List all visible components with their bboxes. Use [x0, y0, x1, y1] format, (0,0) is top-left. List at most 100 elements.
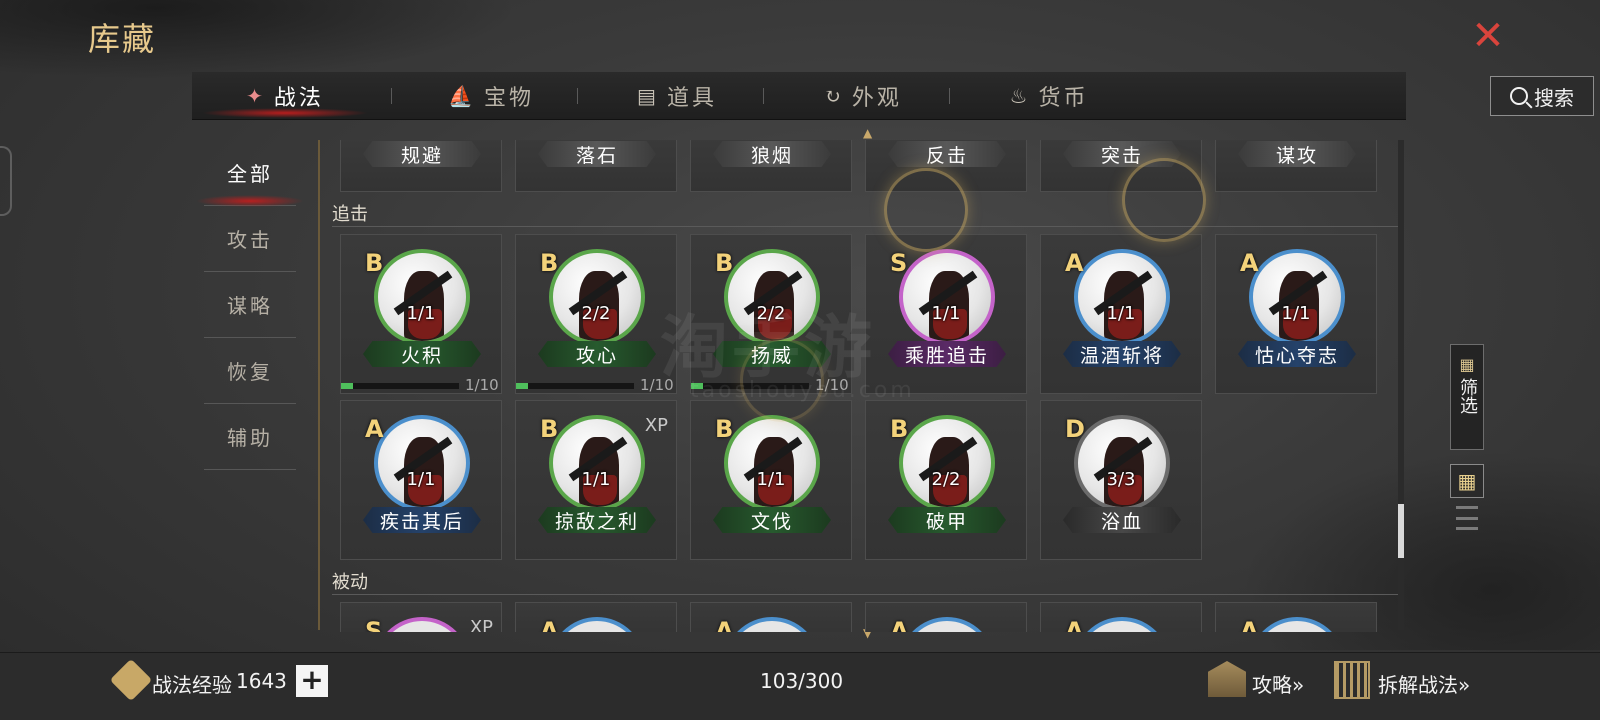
tactic-count: 1/1: [406, 303, 436, 324]
add-exp-button[interactable]: +: [296, 665, 328, 697]
footer-bar: 战法经验 1643 + 103/300 攻略» 拆解战法»: [0, 652, 1600, 720]
tactic-card[interactable]: B 1/1 火积 1/10: [340, 234, 502, 394]
disassemble-tactics-link[interactable]: 拆解战法»: [1378, 669, 1470, 698]
tactic-card[interactable]: A 1/1 疾击其后: [340, 400, 502, 560]
tactic-card[interactable]: D 3/3 浴血: [1040, 400, 1202, 560]
tactic-card[interactable]: B XP 1/1 掠敌之利: [515, 400, 677, 560]
grade-badge: B: [365, 249, 384, 277]
tactic-portrait: [549, 617, 645, 632]
tactic-card[interactable]: A: [690, 602, 852, 632]
scrollbar-thumb[interactable]: [1398, 504, 1404, 558]
tactic-exp-label: 战法经验: [152, 673, 232, 697]
tactic-card[interactable]: 反击: [865, 140, 1027, 192]
tactic-portrait: [724, 617, 820, 632]
filter-button[interactable]: ▦ 筛选: [1450, 344, 1484, 450]
sidebar-item-all[interactable]: 全部: [196, 140, 304, 207]
treasure-icon: ⛵: [448, 84, 476, 108]
tactic-card[interactable]: B 2/2 攻心 1/10: [515, 234, 677, 394]
tab-bar: ✦ 战法 ⛵ 宝物 ▤ 道具 ↻ 外观 ♨ 货币 搜索: [192, 72, 1594, 120]
tactic-count: 2/2: [931, 469, 961, 490]
sidebar-item-strategy[interactable]: 谋略: [204, 272, 296, 338]
tactic-name: 破甲: [888, 507, 1006, 533]
tactic-card[interactable]: B 2/2 扬威 1/10: [690, 234, 852, 394]
tactics-grid: 规避 落石 狼烟 反击 突击 谋攻 追击 B 1/1 火积 1/10 B 2/2…: [332, 140, 1404, 632]
grade-badge: A: [1240, 249, 1259, 277]
search-button[interactable]: 搜索: [1490, 76, 1594, 116]
tactic-portrait: [899, 249, 995, 345]
sidebar-item-support[interactable]: 辅助: [204, 404, 296, 470]
tactic-count: 2/2: [581, 303, 611, 324]
tactic-name: 攻心: [538, 341, 656, 367]
tab-label: 宝物: [483, 86, 534, 111]
grade-badge: A: [1065, 617, 1084, 632]
list-view-toggle[interactable]: [1456, 506, 1478, 530]
scroll-bundle-icon: ✦: [246, 84, 266, 108]
tactic-name: 文伐: [713, 507, 831, 533]
tactic-portrait: [549, 415, 645, 511]
tactic-card[interactable]: 规避: [340, 140, 502, 192]
tab-label: 货币: [1038, 86, 1089, 111]
tactic-name: 怙心夺志: [1238, 341, 1356, 367]
progress-bar: [516, 383, 634, 389]
tab-label: 战法: [273, 86, 324, 111]
tactic-card[interactable]: B 2/2 破甲: [865, 400, 1027, 560]
tactic-card[interactable]: A 1/1 温酒斩将: [1040, 234, 1202, 394]
grade-badge: B: [540, 415, 559, 443]
section-divider: [332, 226, 1404, 227]
tactic-name: 乘胜追击: [888, 341, 1006, 367]
sidebar-divider: [318, 140, 320, 630]
guide-link[interactable]: 攻略»: [1252, 669, 1304, 698]
items-icon: ▤: [637, 84, 659, 108]
xp-tag: XP: [469, 617, 493, 632]
progress-text: 1/10: [465, 376, 499, 394]
tactic-card[interactable]: B 1/1 文伐: [690, 400, 852, 560]
grid-view-toggle[interactable]: ▦: [1450, 464, 1484, 498]
tactic-card[interactable]: 突击: [1040, 140, 1202, 192]
tab-treasure[interactable]: ⛵ 宝物: [398, 72, 584, 120]
tactic-card[interactable]: 谋攻: [1215, 140, 1377, 192]
tactic-card[interactable]: A: [515, 602, 677, 632]
grid-view-icon: ▦: [1457, 469, 1477, 493]
grade-badge: A: [715, 617, 734, 632]
tactic-count: 1/1: [756, 469, 786, 490]
tactic-portrait: [549, 249, 645, 345]
tactic-name: 疾击其后: [363, 507, 481, 533]
tactic-name: 温酒斩将: [1063, 341, 1181, 367]
progress-text: 1/10: [640, 376, 674, 394]
tactic-card[interactable]: S XP: [340, 602, 502, 632]
tactic-card[interactable]: 落石: [515, 140, 677, 192]
tactic-card[interactable]: A: [1040, 602, 1202, 632]
sidebar-item-recovery[interactable]: 恢复: [204, 338, 296, 404]
tactic-portrait: [1074, 249, 1170, 345]
sidebar-item-attack[interactable]: 攻击: [204, 206, 296, 272]
tab-items[interactable]: ▤ 道具: [584, 72, 770, 120]
tactic-card[interactable]: S 1/1 乘胜追击: [865, 234, 1027, 394]
grade-badge: B: [715, 249, 734, 277]
tactic-count: 1/1: [931, 303, 961, 324]
section-title-passive: 被动: [332, 572, 368, 593]
tactic-name: 浴血: [1063, 507, 1181, 533]
grade-badge: D: [1065, 415, 1085, 443]
tactic-portrait: [374, 617, 470, 632]
tab-divider: [577, 88, 578, 104]
tactic-portrait: [1074, 617, 1170, 632]
grade-badge: A: [540, 617, 559, 632]
tactic-card[interactable]: 狼烟: [690, 140, 852, 192]
tab-currency[interactable]: ♨ 货币: [956, 72, 1142, 120]
grade-badge: B: [715, 415, 734, 443]
progress-bar: [341, 383, 459, 389]
tab-tactics[interactable]: ✦ 战法: [192, 72, 378, 120]
tactic-portrait: [724, 249, 820, 345]
category-sidebar: 全部 攻击 谋略 恢复 辅助: [196, 140, 304, 470]
scrollbar[interactable]: [1398, 140, 1404, 630]
tab-appearance[interactable]: ↻ 外观: [770, 72, 956, 120]
tactic-card[interactable]: A: [1215, 602, 1377, 632]
filter-label: 筛选: [1457, 378, 1478, 414]
tactic-card[interactable]: A 1/1 怙心夺志: [1215, 234, 1377, 394]
tactic-count: 1/1: [406, 469, 436, 490]
tactic-card[interactable]: A: [865, 602, 1027, 632]
list-line: [1456, 516, 1478, 520]
tactic-name: 突击: [1063, 141, 1181, 167]
close-button[interactable]: ✕: [1468, 16, 1508, 56]
grade-badge: S: [365, 617, 383, 632]
